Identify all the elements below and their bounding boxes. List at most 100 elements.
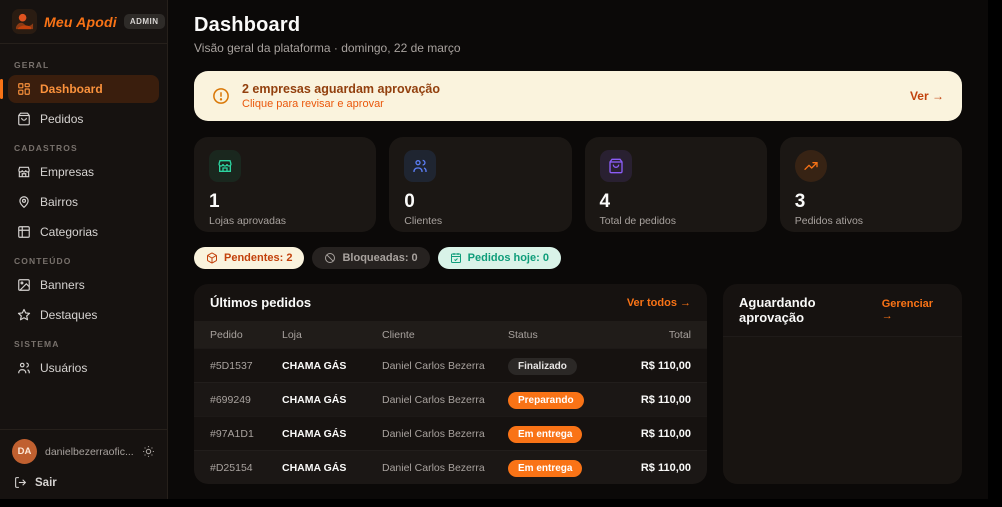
nav-section-geral: Geral — [14, 60, 50, 70]
status-badge: Em entrega — [508, 460, 583, 477]
user-name: danielbezerraofic... — [45, 445, 134, 458]
table-row[interactable]: #D25154 CHAMA GÁS Daniel Carlos Bezerra … — [194, 450, 707, 484]
order-total: R$ 110,00 — [640, 461, 691, 474]
store-icon — [209, 150, 241, 182]
alert-view-link[interactable]: Ver → — [910, 89, 944, 103]
table-row[interactable]: #5D1537 CHAMA GÁS Daniel Carlos Bezerra … — [194, 348, 707, 382]
ban-icon — [325, 253, 336, 263]
sidebar-item-usuarios[interactable]: Usuários — [8, 354, 159, 382]
order-client: Daniel Carlos Bezerra — [382, 427, 485, 440]
col-total: Total — [668, 328, 691, 341]
order-client: Daniel Carlos Bezerra — [382, 359, 485, 372]
order-store: CHAMA GÁS — [282, 461, 347, 474]
sidebar: Meu Apodi ADMIN Geral Dashboard Pedidos … — [0, 0, 168, 499]
theme-toggle-button[interactable] — [142, 445, 155, 458]
orders-panel: Últimos pedidos Ver todos → Pedido Loja … — [194, 284, 707, 484]
col-loja: Loja — [282, 328, 302, 341]
status-badge: Finalizado — [508, 358, 577, 375]
status-chips: Pendentes: 2 Bloqueadas: 0 Pedidos hoje:… — [194, 247, 962, 269]
alert-text: 2 empresas aguardam aprovação Clique par… — [242, 82, 898, 110]
admin-badge: ADMIN — [123, 14, 165, 29]
approval-panel: Aguardando aprovação Gerenciar → — [723, 284, 962, 484]
col-pedido: Pedido — [210, 328, 243, 341]
store-icon — [18, 166, 30, 178]
order-client: Daniel Carlos Bezerra — [382, 461, 485, 474]
stat-card-total-pedidos: 4 Total de pedidos — [584, 137, 767, 232]
approval-title: Aguardando aprovação — [739, 295, 816, 325]
orders-table-body: #5D1537 CHAMA GÁS Daniel Carlos Bezerra … — [194, 348, 707, 484]
brand-logo-icon — [12, 9, 37, 34]
star-icon — [17, 308, 31, 321]
stat-label: Lojas aprovadas — [209, 215, 287, 227]
chip-pedidos-hoje[interactable]: Pedidos hoje: 0 — [437, 247, 561, 269]
sidebar-item-dashboard[interactable]: Dashboard — [0, 75, 159, 103]
sidebar-item-empresas[interactable]: Empresas — [8, 158, 159, 186]
sidebar-item-pedidos[interactable]: Pedidos — [8, 105, 159, 133]
page-subtitle: Visão geral da plataforma · domingo, 22 … — [194, 41, 461, 55]
stat-value: 1 — [209, 191, 220, 212]
table-row[interactable]: #699249 CHAMA GÁS Daniel Carlos Bezerra … — [194, 382, 707, 416]
nav-section-cadastros: Cadastros — [14, 143, 78, 153]
main-content: Dashboard Visão geral da plataforma · do… — [168, 0, 988, 499]
image-icon — [18, 279, 30, 291]
sun-icon — [143, 446, 154, 457]
logout-button[interactable]: Sair — [12, 476, 155, 489]
status-badge: Em entrega — [508, 426, 583, 443]
trending-up-icon — [794, 150, 827, 182]
order-total: R$ 110,00 — [640, 393, 691, 406]
order-store: CHAMA GÁS — [282, 359, 347, 372]
chip-bloqueadas[interactable]: Bloqueadas: 0 — [312, 247, 430, 269]
order-store: CHAMA GÁS — [282, 427, 347, 440]
stat-label: Pedidos ativos — [794, 215, 864, 227]
order-total: R$ 110,00 — [640, 427, 691, 440]
approval-alert-banner[interactable]: 2 empresas aguardam aprovação Clique par… — [194, 71, 962, 121]
stat-card-pedidos-ativos: 3 Pedidos ativos — [779, 137, 962, 232]
stat-value: 0 — [404, 191, 415, 212]
bottom-panels: Últimos pedidos Ver todos → Pedido Loja … — [194, 284, 962, 484]
order-id: #699249 — [210, 393, 251, 406]
order-total: R$ 110,00 — [640, 359, 691, 372]
stats-grid: 1 Lojas aprovadas 0 Clientes 4 Total de … — [194, 137, 962, 232]
package-icon — [207, 252, 217, 264]
alert-subtitle: Clique para revisar e aprovar — [242, 98, 384, 110]
users-icon — [18, 362, 30, 374]
sidebar-item-bairros[interactable]: Bairros — [8, 188, 159, 216]
approval-manage-link[interactable]: Gerenciar → — [882, 298, 946, 322]
order-client: Daniel Carlos Bezerra — [382, 393, 485, 406]
grid-icon — [18, 226, 30, 238]
sidebar-item-destaques[interactable]: Destaques — [8, 301, 159, 329]
status-badge: Preparando — [508, 392, 584, 409]
sidebar-item-categorias[interactable]: Categorias — [8, 218, 159, 246]
shopping-bag-icon — [18, 112, 30, 126]
stat-card-lojas-aprovadas: 1 Lojas aprovadas — [194, 137, 377, 232]
orders-view-all-link[interactable]: Ver todos → — [627, 297, 691, 309]
order-id: #D25154 — [210, 461, 253, 474]
orders-panel-header: Últimos pedidos Ver todos → — [194, 284, 707, 321]
alert-title: 2 empresas aguardam aprovação — [242, 82, 441, 96]
sidebar-footer: DA danielbezerraofic... Sair — [0, 429, 167, 499]
shopping-bag-icon — [599, 150, 632, 182]
page-title: Dashboard — [194, 14, 301, 36]
nav-section-sistema: Sistema — [14, 339, 60, 349]
approval-panel-body — [723, 337, 962, 484]
stat-card-clientes: 0 Clientes — [389, 137, 572, 232]
sidebar-nav: Geral Dashboard Pedidos Cadastros Empres… — [0, 44, 167, 429]
table-row[interactable]: #97A1D1 CHAMA GÁS Daniel Carlos Bezerra … — [194, 416, 707, 450]
order-store: CHAMA GÁS — [282, 393, 347, 406]
stat-value: 3 — [794, 191, 806, 212]
nav-section-conteudo: Conteúdo — [14, 256, 72, 266]
calendar-check-icon — [450, 253, 461, 263]
chip-pendentes[interactable]: Pendentes: 2 — [194, 247, 305, 269]
users-icon — [404, 150, 437, 182]
logout-icon — [15, 477, 27, 488]
col-status: Status — [508, 328, 538, 341]
sidebar-item-banners[interactable]: Banners — [8, 271, 159, 299]
stat-value: 4 — [599, 191, 611, 212]
dashboard-icon — [18, 83, 30, 95]
brand-header: Meu Apodi ADMIN — [0, 0, 167, 44]
stat-label: Clientes — [404, 215, 443, 227]
col-cliente: Cliente — [382, 328, 415, 341]
alert-circle-icon — [212, 87, 230, 105]
map-pin-icon — [19, 196, 29, 208]
order-id: #97A1D1 — [210, 427, 254, 440]
